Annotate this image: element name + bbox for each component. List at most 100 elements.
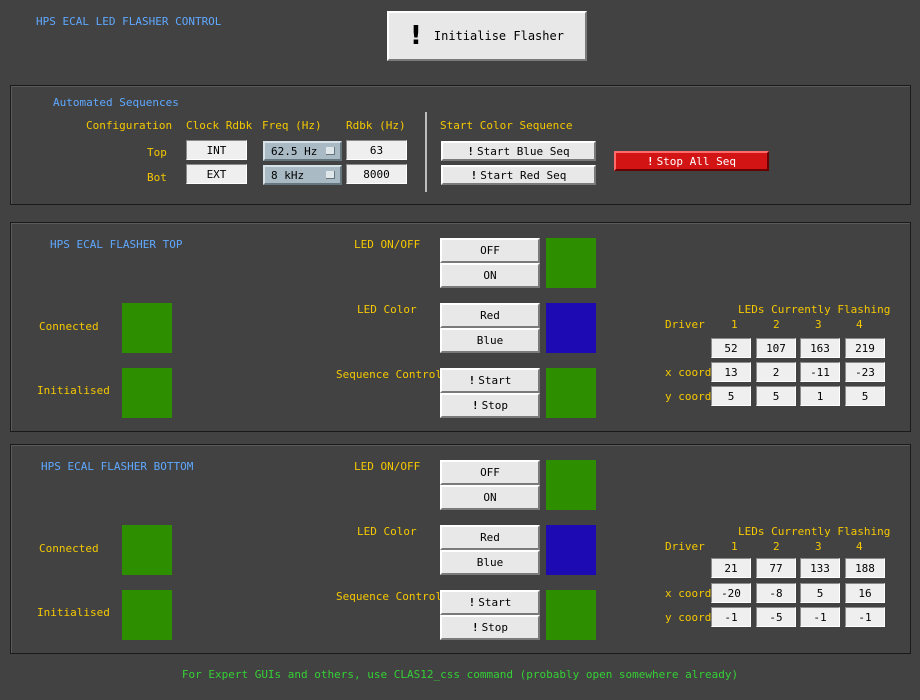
- initialised-indicator: [122, 590, 172, 640]
- led-color-red-button[interactable]: Red: [440, 525, 540, 550]
- initialised-indicator: [122, 368, 172, 418]
- exclamation-icon: !: [471, 399, 479, 412]
- exclamation-icon: !: [471, 621, 479, 634]
- exclamation-icon: !: [470, 168, 478, 182]
- led-color-blue-button[interactable]: Blue: [440, 550, 540, 575]
- y-coord-value: -1: [845, 607, 885, 627]
- led-on-button[interactable]: ON: [440, 263, 540, 288]
- led-id-value: 77: [756, 558, 796, 578]
- led-color-label: LED Color: [357, 303, 417, 316]
- led-onoff-label: LED ON/OFF: [354, 460, 421, 473]
- led-onoff-indicator: [546, 460, 596, 510]
- exclamation-icon: !: [467, 144, 474, 158]
- led-id-value: 52: [711, 338, 751, 358]
- initialise-flasher-label: Initialise Flasher: [433, 29, 564, 43]
- x-coord-value: -23: [845, 362, 885, 382]
- sequence-stop-button[interactable]: ! Stop: [440, 615, 540, 640]
- x-coord-value: -20: [711, 583, 751, 603]
- exclamation-icon: !: [468, 596, 476, 609]
- driver-number: 2: [773, 318, 780, 331]
- y-coord-value: 1: [800, 386, 840, 406]
- driver-label: Driver: [665, 540, 705, 553]
- led-off-button[interactable]: OFF: [440, 238, 540, 263]
- leds-flashing-title: LEDs Currently Flashing: [738, 525, 891, 538]
- x-coord-label: x coord: [665, 366, 712, 379]
- exclamation-icon: !: [410, 21, 422, 51]
- led-onoff-indicator: [546, 238, 596, 288]
- start-blue-seq-label: Start Blue Seq: [476, 144, 570, 158]
- start-color-sequence-header: Start Color Sequence: [440, 119, 573, 132]
- top-frequency-value: 62.5 Hz: [271, 144, 318, 158]
- led-color-label: LED Color: [357, 525, 417, 538]
- clock-rdbk-header: Clock Rdbk: [186, 119, 253, 132]
- start-label: Start: [478, 374, 512, 387]
- top-frequency-select[interactable]: 62.5 Hz: [263, 141, 342, 161]
- y-coord-label: y coord: [665, 611, 712, 624]
- led-id-value: 133: [800, 558, 840, 578]
- sequence-start-button[interactable]: ! Start: [440, 368, 540, 393]
- driver-number: 3: [815, 318, 822, 331]
- exclamation-icon: !: [468, 374, 476, 387]
- driver-number: 2: [773, 540, 780, 553]
- x-coord-value: 2: [756, 362, 796, 382]
- top-clock-readback: INT: [186, 140, 247, 160]
- sequence-control-label: Sequence Control: [336, 368, 442, 381]
- divider: [425, 112, 427, 192]
- exclamation-icon: !: [646, 154, 654, 168]
- led-off-button[interactable]: OFF: [440, 460, 540, 485]
- sequence-stop-button[interactable]: ! Stop: [440, 393, 540, 418]
- y-coord-value: -5: [756, 607, 796, 627]
- leds-flashing-title: LEDs Currently Flashing: [738, 303, 891, 316]
- y-coord-value: -1: [711, 607, 751, 627]
- led-onoff-label: LED ON/OFF: [354, 238, 421, 251]
- flasher-top-title: HPS ECAL FLASHER TOP: [50, 238, 183, 251]
- led-color-red-button[interactable]: Red: [440, 303, 540, 328]
- bot-rdbk-value: 8000: [346, 164, 407, 184]
- bot-frequency-value: 8 kHz: [271, 168, 305, 182]
- connected-indicator: [122, 303, 172, 353]
- sequence-indicator: [546, 590, 596, 640]
- led-color-indicator: [546, 525, 596, 575]
- sequence-start-button[interactable]: ! Start: [440, 590, 540, 615]
- led-id-value: 188: [845, 558, 885, 578]
- driver-number: 1: [731, 540, 738, 553]
- y-coord-value: 5: [711, 386, 751, 406]
- stop-all-seq-button[interactable]: ! Stop All Seq: [614, 151, 769, 171]
- connected-indicator: [122, 525, 172, 575]
- x-coord-value: 5: [800, 583, 840, 603]
- y-coord-value: -1: [800, 607, 840, 627]
- led-id-value: 219: [845, 338, 885, 358]
- stop-label: Stop: [481, 621, 509, 634]
- freq-header: Freq (Hz): [262, 119, 322, 132]
- initialise-flasher-button[interactable]: ! Initialise Flasher: [387, 11, 587, 61]
- driver-number: 3: [815, 540, 822, 553]
- flasher-bottom-title: HPS ECAL FLASHER BOTTOM: [41, 460, 194, 473]
- menu-indicator-icon: [326, 171, 335, 179]
- sequence-indicator: [546, 368, 596, 418]
- y-coord-value: 5: [845, 386, 885, 406]
- rdbk-header: Rdbk (Hz): [346, 119, 406, 132]
- footer-note: For Expert GUIs and others, use CLAS12_c…: [181, 668, 739, 681]
- x-coord-value: 16: [845, 583, 885, 603]
- automated-sequences-title: Automated Sequences: [53, 96, 179, 109]
- stop-label: Stop: [481, 399, 509, 412]
- driver-number: 1: [731, 318, 738, 331]
- led-on-button[interactable]: ON: [440, 485, 540, 510]
- top-rdbk-value: 63: [346, 140, 407, 160]
- sequence-control-label: Sequence Control: [336, 590, 442, 603]
- x-coord-value: 13: [711, 362, 751, 382]
- bot-frequency-select[interactable]: 8 kHz: [263, 165, 342, 185]
- top-row-label: Top: [147, 146, 167, 159]
- configuration-header: Configuration: [86, 119, 173, 132]
- menu-indicator-icon: [326, 147, 335, 155]
- x-coord-value: -8: [756, 583, 796, 603]
- driver-label: Driver: [665, 318, 705, 331]
- x-coord-value: -11: [800, 362, 840, 382]
- led-id-value: 163: [800, 338, 840, 358]
- start-red-seq-button[interactable]: ! Start Red Seq: [441, 165, 596, 185]
- bot-row-label: Bot: [147, 171, 167, 184]
- app-title: HPS ECAL LED FLASHER CONTROL: [36, 15, 222, 28]
- start-label: Start: [478, 596, 512, 609]
- start-blue-seq-button[interactable]: ! Start Blue Seq: [441, 141, 596, 161]
- led-color-blue-button[interactable]: Blue: [440, 328, 540, 353]
